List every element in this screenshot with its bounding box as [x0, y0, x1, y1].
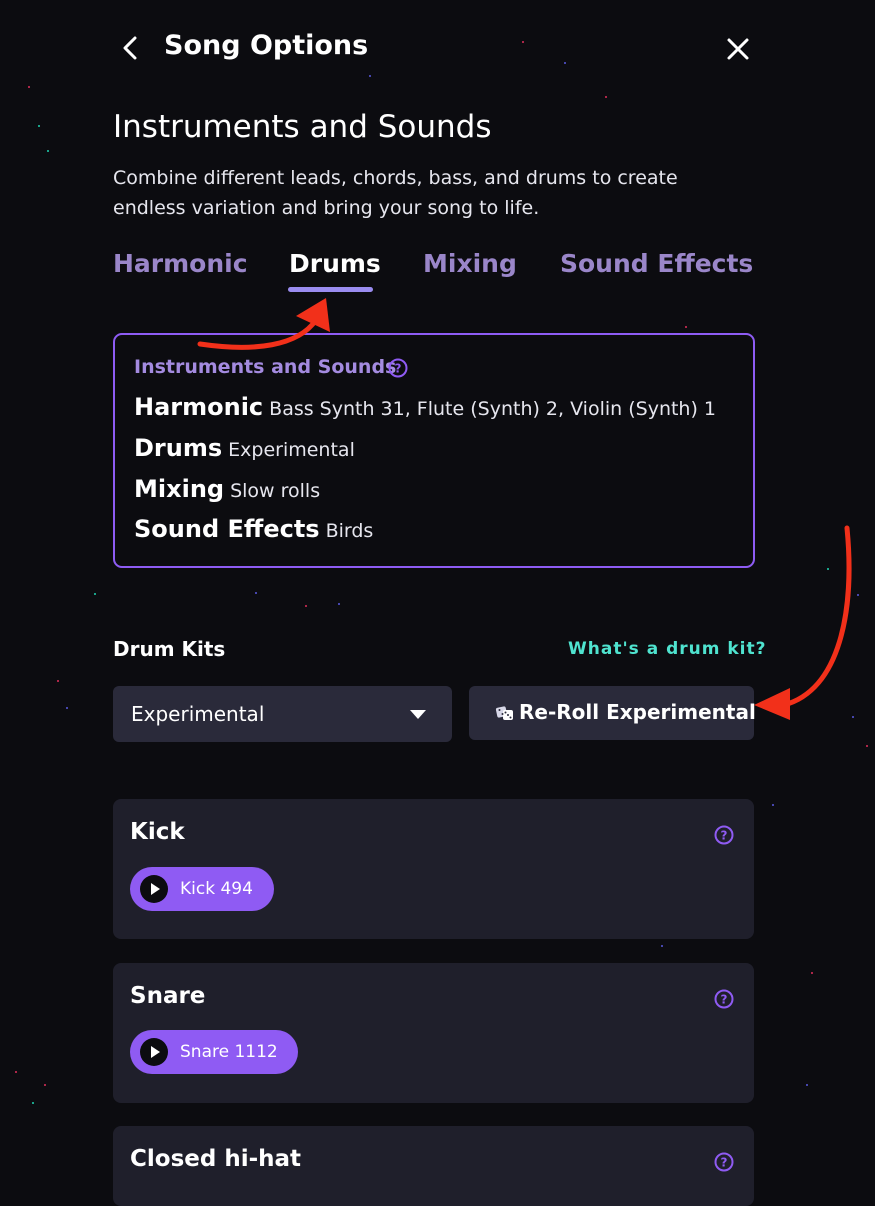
annotation-arrow-tab	[197, 317, 319, 350]
annotation-arrowhead-reroll	[754, 688, 790, 720]
annotation-arrow-reroll	[781, 525, 852, 708]
annotation-arrows	[197, 298, 852, 720]
